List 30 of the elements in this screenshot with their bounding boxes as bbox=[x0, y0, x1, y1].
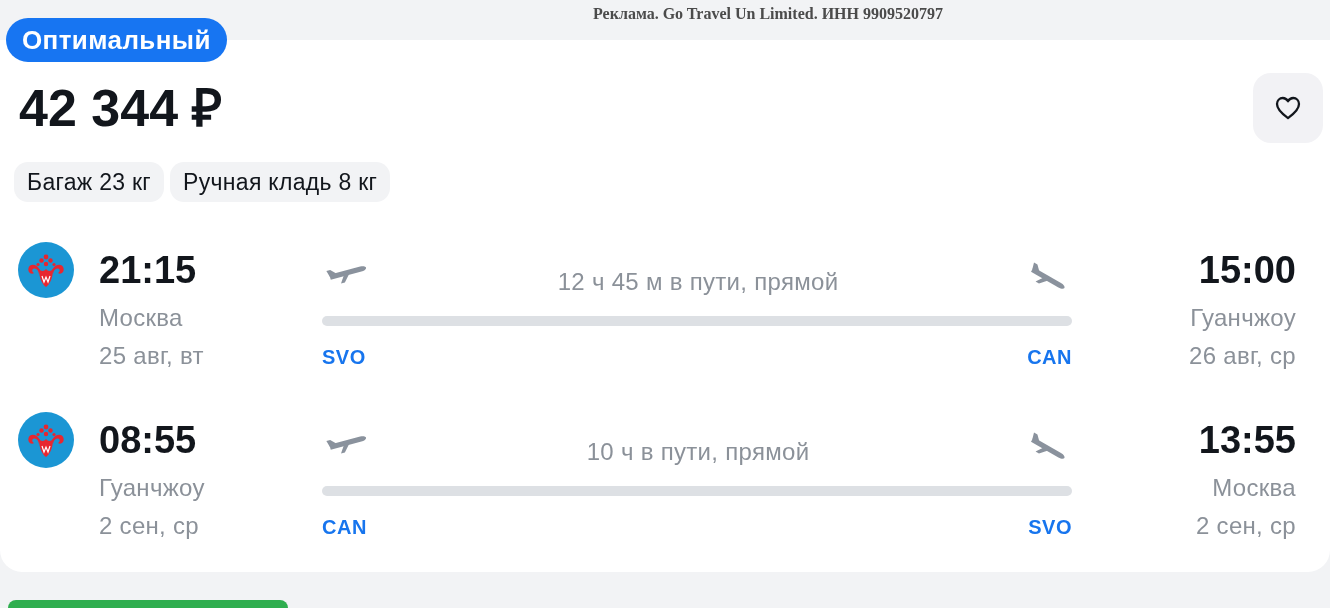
departure-city: Москва bbox=[99, 303, 183, 333]
baggage-tag: Багаж 23 кг bbox=[14, 162, 165, 202]
departure-time: 08:55 bbox=[99, 418, 197, 462]
departure-date: 25 авг, вт bbox=[99, 341, 204, 371]
ad-notice: Реклама. Go Travel Un Limited. ИНН 9909520797 bbox=[593, 4, 943, 24]
airport-code: CAN bbox=[1027, 345, 1072, 370]
arrival-time: 15:00 bbox=[1198, 248, 1296, 292]
arrival-time: 13:55 bbox=[1198, 418, 1296, 462]
airport-code: CAN bbox=[322, 515, 367, 540]
favorite-button[interactable] bbox=[1253, 73, 1323, 143]
flight-duration: 12 ч 45 м в пути, прямой bbox=[557, 267, 839, 297]
departure-date: 2 сен, ср bbox=[99, 511, 199, 541]
landing-plane-icon bbox=[1030, 432, 1066, 460]
arrival-date: 2 сен, ср bbox=[1196, 511, 1296, 541]
takeoff-plane-icon bbox=[326, 435, 366, 454]
offer-badge: Оптимальный bbox=[6, 18, 227, 62]
baggage-tag: Ручная кладь 8 кг bbox=[170, 162, 391, 202]
departure-city: Гуанчжоу bbox=[99, 473, 205, 503]
arrival-date: 26 авг, ср bbox=[1189, 341, 1296, 371]
airline-logo-icon bbox=[18, 412, 74, 468]
takeoff-plane-icon bbox=[326, 265, 366, 284]
airport-code: SVO bbox=[1028, 515, 1072, 540]
airline-logo-icon bbox=[18, 242, 74, 298]
departure-time: 21:15 bbox=[99, 248, 197, 292]
airport-code: SVO bbox=[322, 345, 366, 370]
ticket-price: 42 344 ₽ bbox=[19, 78, 223, 138]
arrival-city: Гуанчжоу bbox=[1190, 303, 1296, 333]
arrival-city: Москва bbox=[1212, 473, 1296, 503]
landing-plane-icon bbox=[1030, 262, 1066, 290]
flight-duration: 10 ч в пути, прямой bbox=[586, 437, 810, 467]
